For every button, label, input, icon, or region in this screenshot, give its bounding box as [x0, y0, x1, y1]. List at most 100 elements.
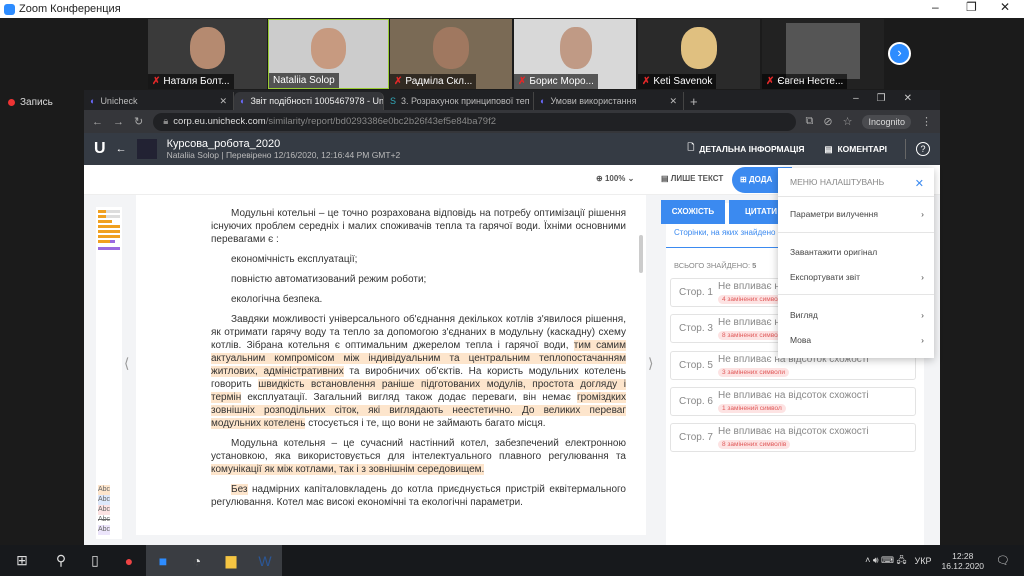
- url-path: /similarity/report/bd0293386e0bc2b26f43e…: [265, 116, 496, 127]
- participant-name: Keti Savenok: [653, 76, 713, 87]
- back-arrow-icon[interactable]: ←: [116, 143, 127, 155]
- search-icon[interactable]: ⚲: [44, 545, 78, 576]
- video-tile[interactable]: ✗ Євген Несте...: [762, 19, 884, 89]
- legend-item: Abc: [98, 485, 111, 495]
- menu-item-exclusion-params[interactable]: Параметри вилучення ›: [790, 209, 924, 219]
- chevron-right-icon: ›: [921, 272, 924, 282]
- comments-label: КОМЕНТАРІ: [837, 144, 887, 154]
- windows-taskbar: ⊞ ⚲ ▯ ● ■ ◔ ▆ W ˄ 🔊︎ ⌨ 🖧 УКР 12:28 16.12.…: [0, 545, 1024, 576]
- menu-title: МЕНЮ НАЛАШТУВАНЬ ✕: [790, 177, 924, 190]
- app-header: U ← Курсова_робота_2020 Nataliia Solop | …: [84, 133, 940, 165]
- menu-item-download-original[interactable]: Завантажити оригінал: [790, 247, 924, 257]
- more-menu-icon[interactable]: ⋮: [921, 115, 932, 128]
- tab-calculation[interactable]: S3. Розрахунок принципової теп✕: [384, 92, 534, 110]
- translate-icon[interactable]: ⧉: [806, 115, 814, 128]
- list-item: економічність експлуатації;: [231, 254, 358, 265]
- chevron-right-icon: ›: [921, 335, 924, 345]
- tab-label: Умови використання: [550, 96, 637, 106]
- next-participants-button[interactable]: ›: [888, 42, 911, 65]
- document-subtitle: Nataliia Solop | Перевірено 12/16/2020, …: [166, 150, 401, 160]
- zoom-app-icon[interactable]: ■: [146, 545, 180, 576]
- lock-icon: 🔒︎: [163, 116, 169, 127]
- tab-label: Unicheck: [100, 96, 138, 106]
- legend-item: Abc: [98, 505, 111, 515]
- similarity-highlight[interactable]: Без: [231, 484, 248, 495]
- video-tile[interactable]: ✗ Радміла Скл...: [390, 19, 512, 89]
- tab-label: Звіт подібності 1005467978 - Un: [250, 96, 384, 106]
- zoom-select[interactable]: ⊕ 100% ⌄: [596, 174, 634, 183]
- muted-mic-icon: ✗: [766, 76, 775, 87]
- comments-button[interactable]: ▤ КОМЕНТАРІ: [824, 144, 887, 155]
- match-card[interactable]: Стор. 6 Не впливає на відсоток схожості 1 …: [670, 387, 916, 416]
- video-tile[interactable]: ✗ Наталя Болт...: [148, 19, 267, 89]
- record-icon: [8, 99, 15, 106]
- star-icon[interactable]: ☆: [843, 115, 853, 128]
- video-tile-active[interactable]: Nataliia Solop: [268, 19, 389, 89]
- chrome-icon[interactable]: ●: [112, 545, 146, 576]
- details-label: ДЕТАЛЬНА ІНФОРМАЦІЯ: [699, 144, 805, 154]
- minimize-button[interactable]: –: [932, 0, 939, 14]
- app-icon[interactable]: ◔: [180, 545, 214, 576]
- participant-name: Наталя Болт...: [163, 76, 230, 87]
- comment-icon: ▤: [824, 143, 833, 154]
- incognito-badge[interactable]: Incognito: [862, 114, 911, 129]
- tab-terms[interactable]: ◐ Умови використання ✕: [534, 92, 684, 110]
- new-tab-button[interactable]: +: [684, 92, 708, 110]
- zoom-title-bar: Zoom Конференция – ❐ ✕: [0, 0, 1024, 18]
- zoom-in-icon: ⊕: [596, 174, 605, 183]
- menu-item-export-report[interactable]: Експортувати звіт ›: [790, 272, 924, 282]
- eye-off-icon[interactable]: ⊘: [823, 115, 832, 128]
- paragraph: Модульна котельня – це сучасний настінни…: [211, 438, 626, 475]
- forward-icon[interactable]: →: [113, 116, 124, 128]
- muted-mic-icon: ✗: [518, 76, 527, 87]
- list-item: повністю автоматизований режим роботи;: [231, 274, 427, 285]
- tab-strip: ◐ Unicheck ✕ ◐ Звіт подібності 1005467978 -…: [84, 90, 940, 110]
- participant-name: Євген Несте...: [777, 76, 844, 87]
- tab-similarity[interactable]: СХОЖІСТЬ: [661, 200, 725, 224]
- close-tab-icon[interactable]: ✕: [219, 96, 227, 107]
- close-tab-icon[interactable]: ✕: [669, 96, 677, 107]
- start-button[interactable]: ⊞: [0, 545, 44, 576]
- url-input[interactable]: 🔒︎ corp.eu.unicheck.com/similarity/report…: [153, 112, 796, 131]
- add-label: ДОДА: [748, 175, 773, 184]
- address-bar-row: ← → ↻ 🔒︎ corp.eu.unicheck.com/similarity/re…: [84, 110, 940, 133]
- tab-label: 3. Розрахунок принципової теп: [401, 96, 530, 106]
- tab-report[interactable]: ◐Звіт подібності 1005467978 - Un✕: [234, 92, 384, 110]
- file-explorer-icon[interactable]: ▆: [214, 545, 248, 576]
- reload-icon[interactable]: ↻: [134, 115, 143, 128]
- collapse-right-icon[interactable]: ⟩: [648, 355, 653, 372]
- zoom-level: 100%: [604, 174, 626, 183]
- back-icon[interactable]: ←: [92, 116, 103, 128]
- tab-unicheck[interactable]: ◐ Unicheck ✕: [84, 92, 234, 110]
- text-only-button[interactable]: ▤ ЛИШЕ ТЕКСТ: [661, 174, 723, 183]
- menu-item-view[interactable]: Вигляд ›: [790, 310, 924, 320]
- language-indicator[interactable]: УКР: [915, 556, 932, 566]
- close-button[interactable]: ✕: [1000, 0, 1010, 14]
- details-button[interactable]: 🗋 ДЕТАЛЬНА ІНФОРМАЦІЯ: [687, 142, 804, 156]
- chevron-right-icon: ›: [921, 209, 924, 219]
- maximize-button[interactable]: ❐: [966, 0, 977, 14]
- document-page: Модульні котельні – це точно розрахована…: [136, 195, 646, 535]
- tray-icons[interactable]: ˄ 🔊︎ ⌨ 🖧: [865, 553, 906, 569]
- legend-item: Abc: [98, 525, 111, 535]
- help-icon[interactable]: ?: [916, 142, 930, 156]
- paragraph: Завдяки можливості універсального об'єдн…: [211, 314, 626, 429]
- collapse-left-icon[interactable]: ⟨: [124, 355, 129, 372]
- document-minimap[interactable]: Abc Abc Abc Abc Abc: [96, 207, 122, 539]
- unicheck-logo-icon[interactable]: U: [94, 140, 106, 158]
- match-card[interactable]: Стор. 7 Не впливає на відсоток схожості 8 …: [670, 423, 916, 452]
- video-tile[interactable]: ✗ Борис Моро...: [514, 19, 636, 89]
- video-tile[interactable]: ✗ Keti Savenok: [638, 19, 760, 89]
- clock[interactable]: 12:28 16.12.2020: [941, 551, 984, 571]
- word-icon[interactable]: W: [248, 545, 282, 576]
- task-view-icon[interactable]: ▯: [78, 545, 112, 576]
- highlight-legend: Abc Abc Abc Abc Abc: [98, 485, 111, 535]
- participant-name: Радміла Скл...: [405, 76, 473, 87]
- similarity-highlight[interactable]: комунікації як між котлами, так і з зовн…: [211, 464, 485, 475]
- close-menu-icon[interactable]: ✕: [915, 177, 924, 190]
- notification-icon[interactable]: 🗨︎: [996, 554, 1010, 567]
- scrollbar[interactable]: [639, 235, 643, 273]
- browser-window-controls[interactable]: –❐✕: [853, 93, 930, 104]
- menu-item-language[interactable]: Мова ›: [790, 335, 924, 345]
- total-found: ВСЬОГО ЗНАЙДЕНО: 5: [674, 261, 757, 270]
